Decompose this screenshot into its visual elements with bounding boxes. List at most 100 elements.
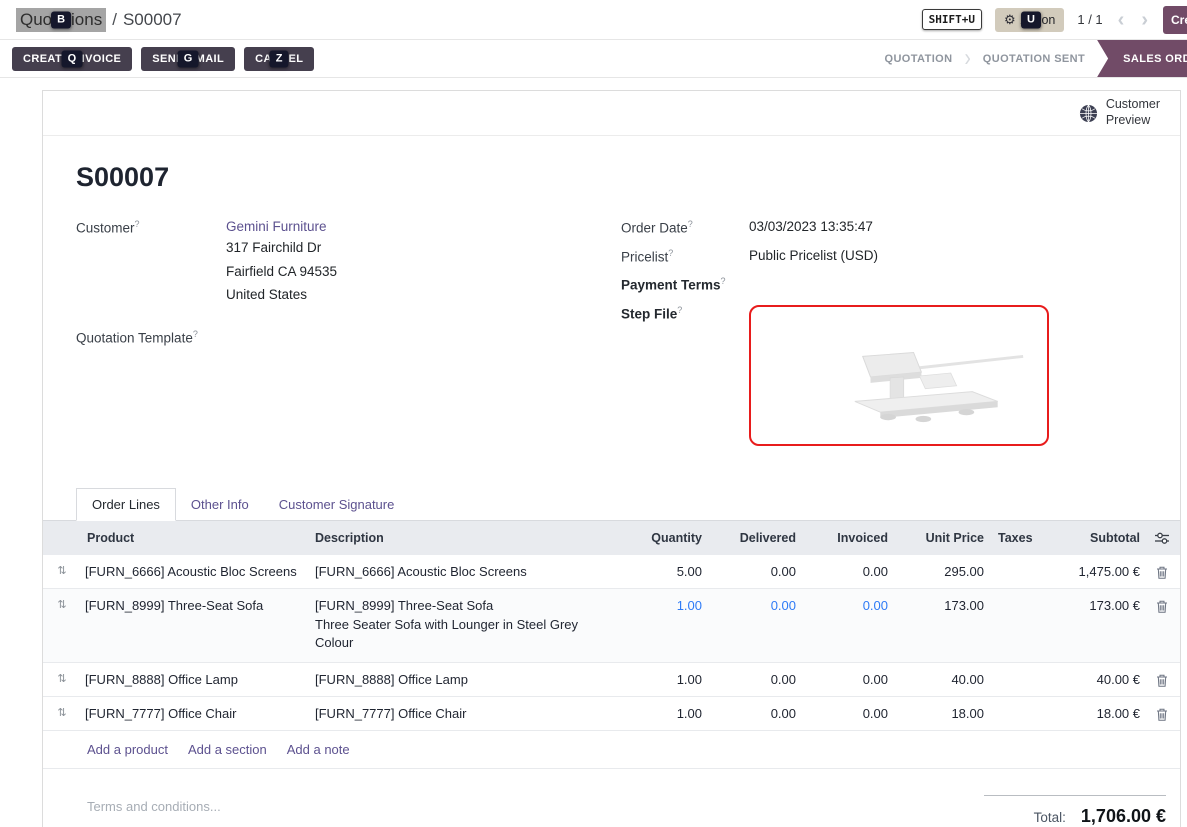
smart-button-strip: Customer Preview (43, 91, 1180, 136)
pricelist-value[interactable]: Public Pricelist (USD) (749, 248, 878, 265)
variant-line: Three Seater Sofa with Lounger in Steel … (315, 616, 614, 654)
cell-delivered[interactable]: 0.00 (706, 706, 800, 721)
table-footer-links: Add a product Add a section Add a note (43, 731, 1180, 769)
quotation-template-field[interactable]: Quotation Template? (76, 329, 611, 346)
customer-link[interactable]: Gemini Furniture (226, 219, 327, 234)
cell-unit-price[interactable]: 40.00 (892, 672, 988, 687)
create-invoice-button[interactable]: CREATE INVOICE Q (12, 47, 132, 71)
statusbar-stage-quotation[interactable]: QUOTATION (872, 40, 964, 77)
breadcrumb-parent[interactable]: Quotations B (16, 8, 106, 32)
add-section-link[interactable]: Add a section (188, 742, 267, 757)
column-header-product[interactable]: Product (81, 531, 311, 545)
cell-delivered[interactable]: 0.00 (706, 564, 800, 579)
top-navbar: Quotations B / S00007 SHIFT+U ⚙ Action U… (0, 0, 1187, 40)
keyboard-hint-badge: Q (62, 50, 83, 67)
cell-invoiced[interactable]: 0.00 (800, 706, 892, 721)
trash-icon (1156, 600, 1168, 613)
add-note-link[interactable]: Add a note (287, 742, 350, 757)
delete-row-button[interactable] (1144, 598, 1180, 613)
delete-row-button[interactable] (1144, 706, 1180, 721)
step-file-label: Step File? (621, 305, 749, 446)
drag-handle-icon[interactable]: ⇅ (43, 706, 81, 720)
cell-unit-price[interactable]: 295.00 (892, 564, 988, 579)
3d-part-render (804, 321, 1029, 429)
column-header-taxes[interactable]: Taxes (988, 531, 1036, 545)
record-pager[interactable]: 1 / 1 (1077, 12, 1102, 27)
cell-invoiced[interactable]: 0.00 (800, 564, 892, 579)
help-icon: ? (193, 329, 198, 339)
cancel-button[interactable]: CANCEL Z (244, 47, 314, 71)
control-bar: CREATE INVOICE Q SEND EMAIL G CANCEL Z Q… (0, 40, 1187, 78)
notebook-tabs: Order Lines Other Info Customer Signatur… (43, 488, 1180, 521)
optional-columns-button[interactable] (1144, 532, 1180, 544)
column-header-quantity[interactable]: Quantity (618, 531, 706, 545)
table-row[interactable]: ⇅ [FURN_6666] Acoustic Bloc Screens [FUR… (43, 555, 1180, 589)
delete-row-button[interactable] (1144, 672, 1180, 687)
payment-terms-field[interactable]: Payment Terms? (621, 276, 1156, 293)
address-line: Fairfield CA 94535 (226, 262, 337, 282)
column-header-subtotal[interactable]: Subtotal (1036, 531, 1144, 545)
help-icon: ? (668, 248, 673, 258)
order-date-value[interactable]: 03/03/2023 13:35:47 (749, 219, 873, 236)
pager-previous-icon[interactable]: ‹ (1116, 10, 1127, 30)
form-fields: Customer? Gemini Furniture 317 Fairchild… (76, 219, 1156, 458)
pricelist-field: Pricelist? Public Pricelist (USD) (621, 248, 1156, 265)
statusbar-stage-sales-order[interactable]: SALES ORDER (1097, 40, 1187, 77)
cell-description[interactable]: [FURN_6666] Acoustic Bloc Screens (311, 564, 618, 579)
table-row[interactable]: ⇅ [FURN_8999] Three-Seat Sofa [FURN_8999… (43, 589, 1180, 664)
terms-and-conditions-input[interactable]: Terms and conditions... (87, 795, 221, 814)
drag-handle-icon[interactable]: ⇅ (43, 564, 81, 578)
cell-quantity[interactable]: 1.00 (618, 672, 706, 687)
tab-order-lines[interactable]: Order Lines (76, 488, 176, 521)
cell-delivered[interactable]: 0.00 (706, 598, 800, 613)
payment-terms-label: Payment Terms? (621, 276, 749, 293)
form-sheet: Customer Preview S00007 Customer? Gemini… (42, 90, 1181, 827)
add-product-link[interactable]: Add a product (87, 742, 168, 757)
cell-product[interactable]: [FURN_8888] Office Lamp (81, 672, 311, 687)
column-header-delivered[interactable]: Delivered (706, 531, 800, 545)
statusbar: QUOTATION › QUOTATION SENT SALES ORDER (872, 40, 1187, 77)
cell-invoiced[interactable]: 0.00 (800, 672, 892, 687)
drag-handle-icon[interactable]: ⇅ (43, 598, 81, 612)
customer-field-label: Customer? (76, 219, 226, 305)
cell-subtotal: 18.00 € (1036, 706, 1144, 721)
trash-icon (1156, 674, 1168, 687)
cell-unit-price[interactable]: 18.00 (892, 706, 988, 721)
cell-quantity[interactable]: 1.00 (618, 706, 706, 721)
cell-product[interactable]: [FURN_7777] Office Chair (81, 706, 311, 721)
breadcrumb-current: S00007 (123, 10, 182, 30)
table-row[interactable]: ⇅ [FURN_8888] Office Lamp [FURN_8888] Of… (43, 663, 1180, 697)
customer-preview-button[interactable]: Customer Preview (1079, 97, 1160, 128)
cell-subtotal: 173.00 € (1036, 598, 1144, 613)
cell-unit-price[interactable]: 173.00 (892, 598, 988, 613)
column-header-description[interactable]: Description (311, 531, 618, 545)
keyboard-hint-badge: Z (270, 50, 289, 67)
column-header-unit-price[interactable]: Unit Price (892, 531, 988, 545)
step-file-image[interactable] (749, 305, 1049, 446)
tab-customer-signature[interactable]: Customer Signature (264, 489, 410, 520)
tab-other-info[interactable]: Other Info (176, 489, 264, 520)
action-buttons: CREATE INVOICE Q SEND EMAIL G CANCEL Z (12, 40, 314, 77)
cell-quantity[interactable]: 1.00 (618, 598, 706, 613)
cell-description[interactable]: [FURN_7777] Office Chair (311, 706, 618, 721)
table-row[interactable]: ⇅ [FURN_7777] Office Chair [FURN_7777] O… (43, 697, 1180, 731)
create-button[interactable]: Create (1163, 6, 1187, 34)
pager-next-icon[interactable]: › (1139, 10, 1150, 30)
delete-row-button[interactable] (1144, 564, 1180, 579)
action-menu-button[interactable]: ⚙ Action U (995, 8, 1064, 32)
customer-field-value: Gemini Furniture 317 Fairchild Dr Fairfi… (226, 219, 337, 305)
drag-handle-icon[interactable]: ⇅ (43, 672, 81, 686)
statusbar-stage-quotation-sent[interactable]: QUOTATION SENT (971, 40, 1097, 77)
order-date-field: Order Date? 03/03/2023 13:35:47 (621, 219, 1156, 236)
column-header-invoiced[interactable]: Invoiced (800, 531, 892, 545)
send-email-button[interactable]: SEND EMAIL G (141, 47, 235, 71)
cell-description[interactable]: [FURN_8999] Three-Seat Sofa Three Seater… (311, 598, 618, 654)
cell-product[interactable]: [FURN_8999] Three-Seat Sofa (81, 598, 311, 613)
sheet-footer: Terms and conditions... Total: 1,706.00 … (43, 769, 1180, 827)
cell-description[interactable]: [FURN_8888] Office Lamp (311, 672, 618, 687)
cell-delivered[interactable]: 0.00 (706, 672, 800, 687)
cell-invoiced[interactable]: 0.00 (800, 598, 892, 613)
cell-quantity[interactable]: 5.00 (618, 564, 706, 579)
cell-product[interactable]: [FURN_6666] Acoustic Bloc Screens (81, 564, 311, 579)
total-label: Total: (1034, 810, 1066, 825)
